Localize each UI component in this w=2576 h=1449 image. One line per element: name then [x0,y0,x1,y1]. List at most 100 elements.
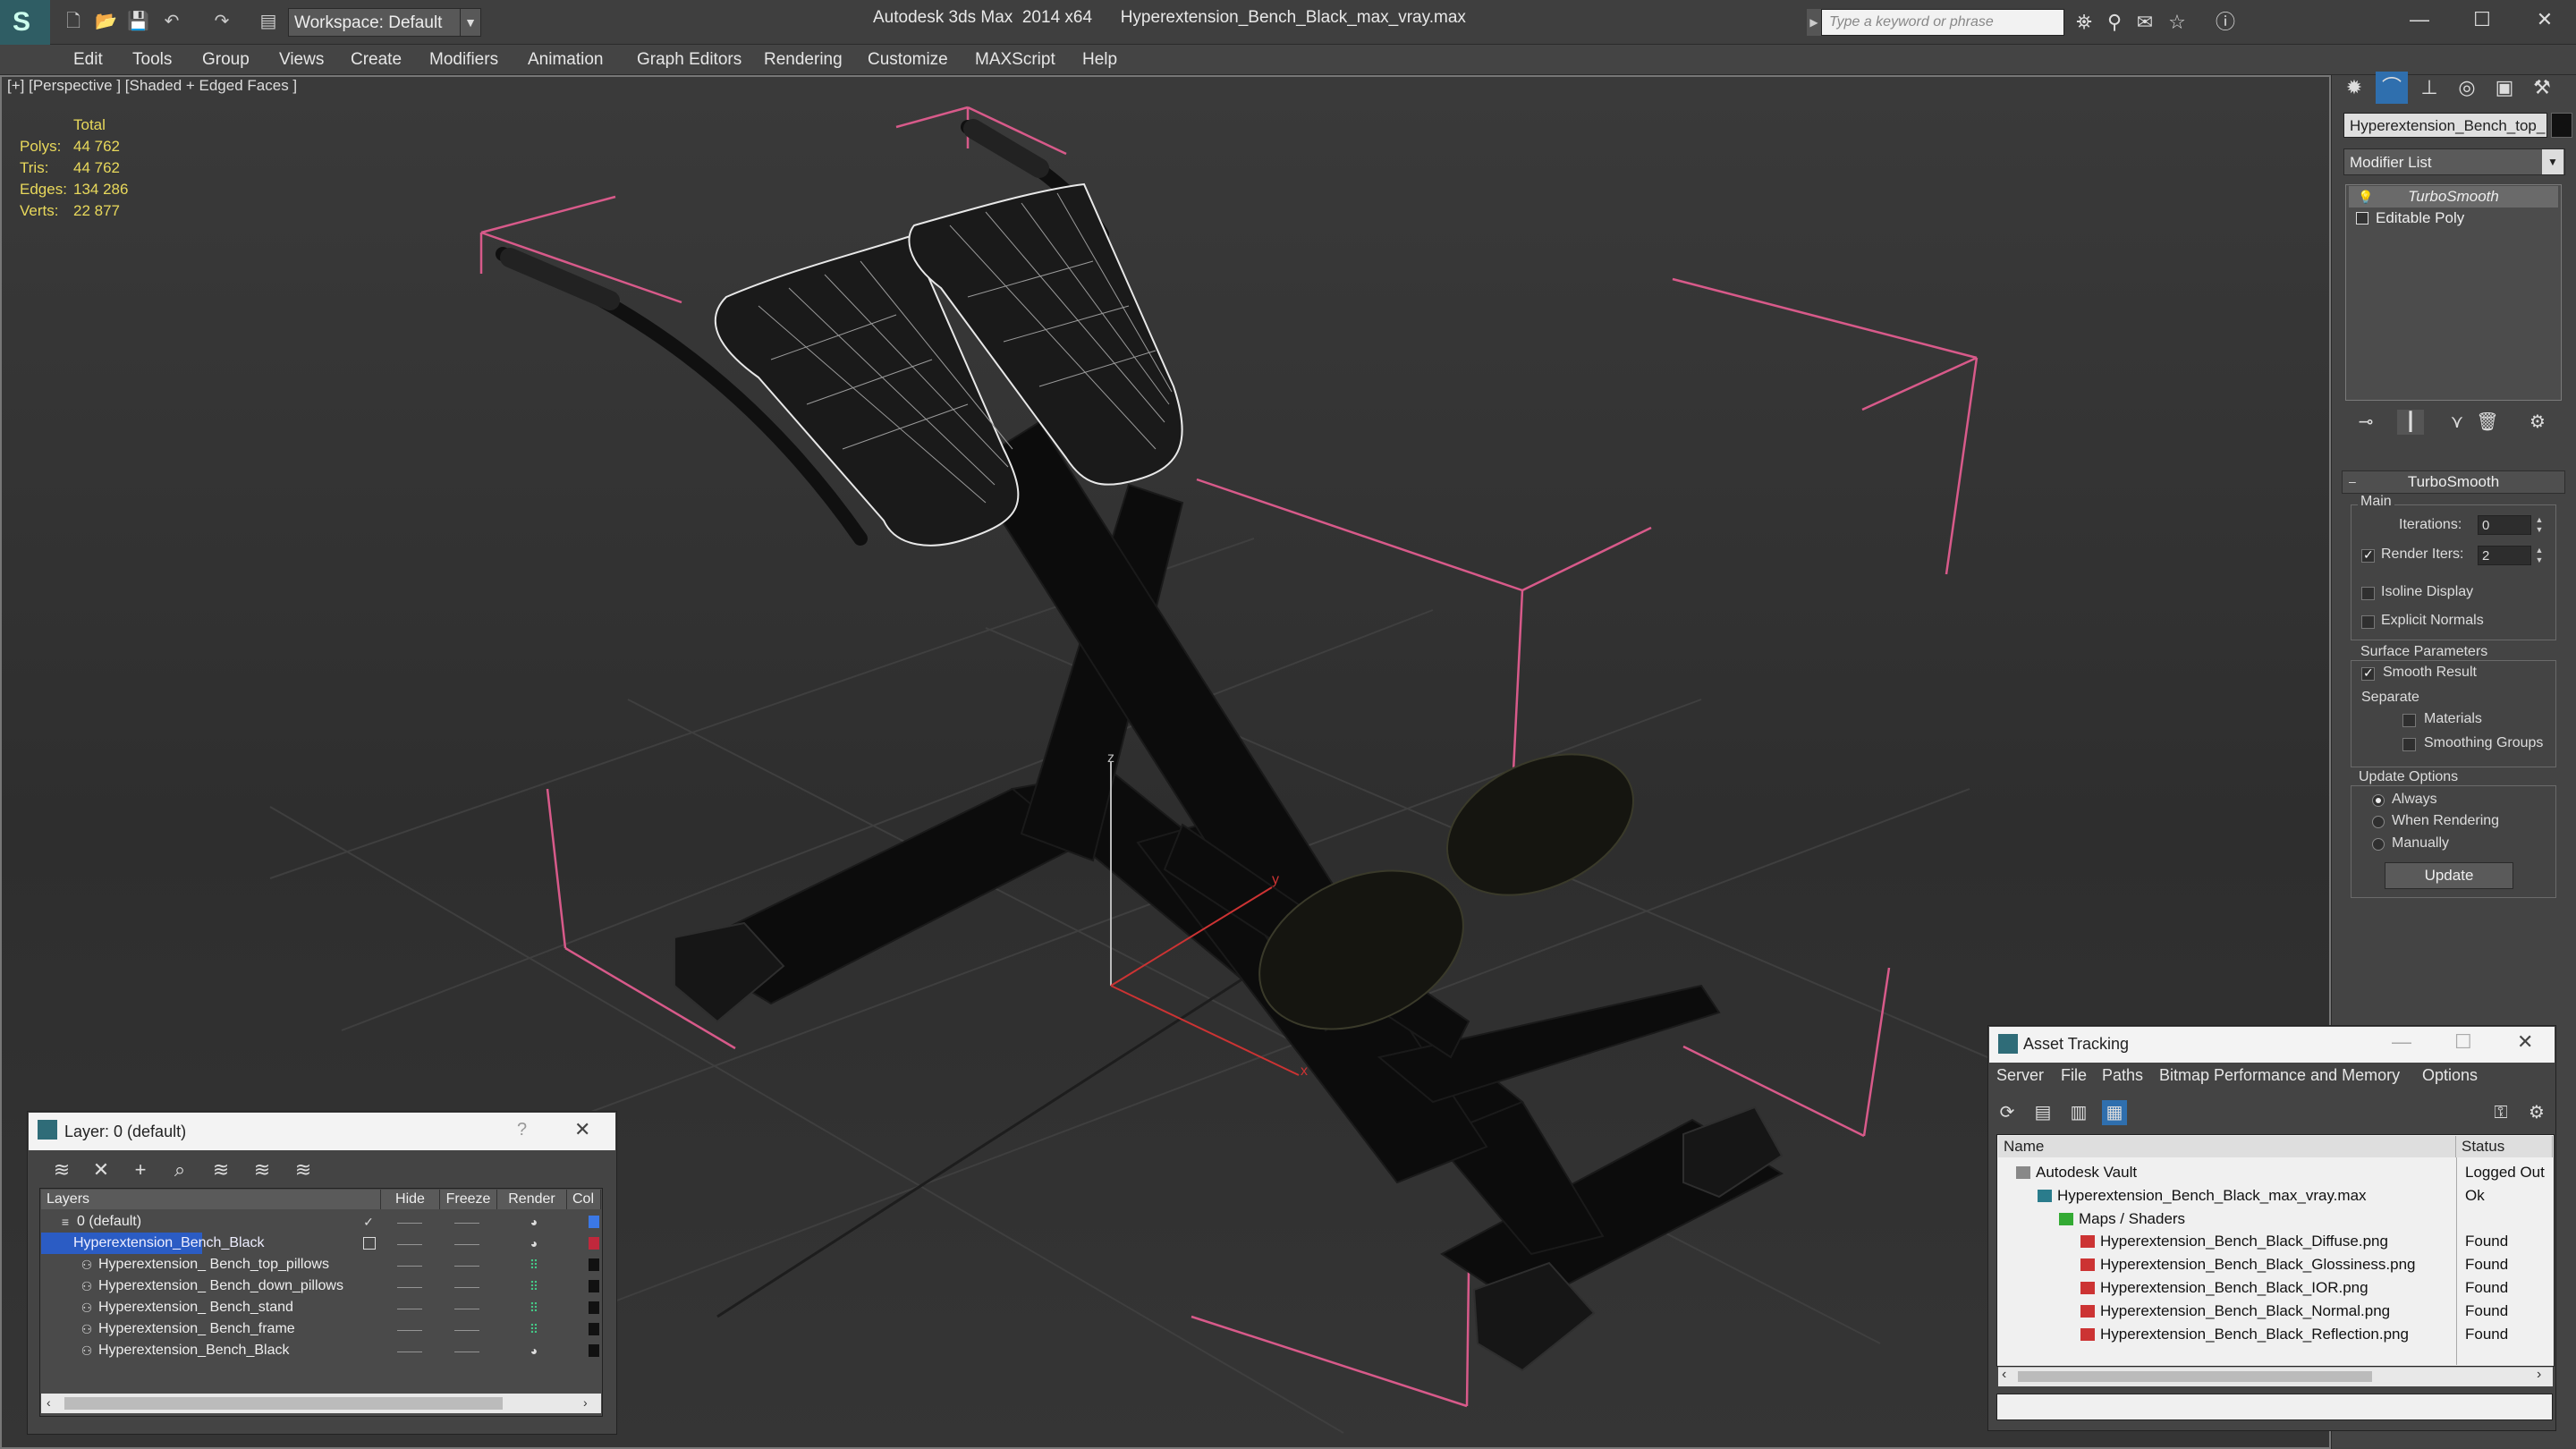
hide-toggle[interactable]: —— [383,1211,436,1233]
asset-row[interactable]: Hyperextension_Bench_Black_Normal.png Fou… [1998,1300,2553,1323]
open-file-icon[interactable]: 📂 [95,11,117,32]
collapse-minus-icon[interactable]: – [2349,474,2356,488]
vault-settings-icon[interactable]: ⚙ [2524,1100,2549,1125]
current-layer-check-icon[interactable]: ✓ [360,1211,377,1233]
layer-name[interactable]: Hyperextension_ Bench_top_pillows [95,1254,329,1275]
iterations-spinner[interactable]: 0 [2478,515,2531,535]
configure-sets-icon[interactable]: ⚙ [2524,410,2551,435]
layer-row[interactable]: ⚇ Hyperextension_ Bench_frame —— —— ⠿ [41,1318,599,1340]
layer-row[interactable]: ≡Hyperextension_Bench_Black————◕ [41,1233,599,1254]
minimize-icon[interactable]: — [2392,1030,2411,1054]
scroll-left-icon[interactable]: ‹ [47,1395,51,1410]
scroll-right-icon[interactable]: › [2537,1367,2541,1383]
update-always-radio[interactable] [2372,794,2385,807]
chevron-down-icon[interactable]: ▼ [2542,149,2563,174]
layer-color-swatch[interactable] [589,1301,599,1314]
layer-row[interactable]: ⚇ Hyperextension_ Bench_top_pillows —— —— ⠿ [41,1254,599,1275]
hide-toggle[interactable]: —— [383,1297,436,1318]
subscription-icon[interactable]: ⚲ [2102,11,2127,34]
smooth-result-checkbox[interactable] [2361,665,2375,681]
asset-menu-file[interactable]: File [2061,1066,2087,1085]
modify-tab-icon[interactable]: ⌒ [2376,72,2408,104]
menu-graph-editors[interactable]: Graph Editors [637,45,741,75]
layer-row[interactable]: ⚇ Hyperextension_Bench_Black —— —— ◕ [41,1340,599,1361]
lightbulb-icon[interactable]: 💡 [2358,190,2373,205]
layer-name[interactable]: Hyperextension_Bench_Black [95,1340,289,1361]
asset-row[interactable]: Hyperextension_Bench_Black_IOR.png Found [1998,1276,2553,1300]
menu-animation[interactable]: Animation [528,45,604,75]
object-name-field[interactable]: Hyperextension_Bench_top_ [2343,113,2547,138]
help-icon[interactable]: ? [517,1120,527,1140]
freeze-toggle[interactable]: —— [440,1275,494,1297]
modifier-list-dropdown[interactable]: Modifier List [2343,148,2565,175]
display-tab-icon[interactable]: ▣ [2488,72,2521,104]
render-teapot-icon[interactable]: ⠿ [503,1297,565,1318]
status-column-header[interactable]: Status [2456,1136,2553,1157]
update-manually-radio[interactable] [2372,838,2385,851]
chevron-down-icon[interactable]: ▼ [460,8,481,37]
menu-group[interactable]: Group [202,45,250,75]
render-teapot-icon[interactable]: ⠿ [503,1254,565,1275]
create-layer-icon[interactable]: ≋ [48,1157,75,1182]
highlight-layer-icon[interactable]: ≋ [208,1157,234,1182]
menu-edit[interactable]: Edit [73,45,103,75]
search-input[interactable]: Type a keyword or phrase [1821,9,2064,36]
minimize-icon[interactable]: — [2390,2,2449,38]
layer-row[interactable]: ≡ 0 (default) ✓ —— —— ◕ [41,1211,599,1233]
freeze-toggle[interactable]: —— [440,1211,494,1233]
maximize-icon[interactable]: ☐ [2453,2,2512,38]
render-teapot-icon[interactable]: ◕ [503,1211,565,1233]
freeze-all-layers-icon[interactable]: ≋ [290,1157,317,1182]
layer-name[interactable]: Hyperextension_ Bench_frame [95,1318,295,1340]
layer-row[interactable]: ⚇ Hyperextension_ Bench_stand —— —— ⠿ [41,1297,599,1318]
viewport-label[interactable]: [+] [Perspective ] [Shaded + Edged Faces… [7,77,297,95]
hide-column-header[interactable]: Hide [381,1190,440,1209]
workspace-dropdown[interactable]: Workspace: Default [288,8,463,37]
freeze-toggle[interactable]: —— [440,1254,494,1275]
layer-color-swatch[interactable] [589,1258,599,1271]
add-to-layer-icon[interactable]: + [127,1157,154,1182]
asset-menu-server[interactable]: Server [1996,1066,2044,1085]
render-iters-spinner[interactable]: 2 [2478,546,2531,565]
select-in-layer-icon[interactable]: ⌕ [166,1157,193,1182]
asset-menu-paths[interactable]: Paths [2102,1066,2143,1085]
menu-views[interactable]: Views [279,45,324,75]
freeze-toggle[interactable]: —— [440,1318,494,1340]
search-expand-icon[interactable]: ▶ [1807,9,1821,36]
hide-toggle[interactable]: —— [383,1340,436,1361]
asset-scrollbar-thumb[interactable] [2018,1371,2372,1382]
render-teapot-icon[interactable]: ◕ [503,1233,565,1254]
layers-column-header[interactable]: Layers [41,1190,381,1209]
asset-row[interactable]: Hyperextension_Bench_Black_Glossiness.pn… [1998,1253,2553,1276]
show-end-result-icon[interactable]: ┃ [2397,410,2424,435]
hide-toggle[interactable]: —— [383,1275,436,1297]
freeze-column-header[interactable]: Freeze [440,1190,497,1209]
scroll-right-icon[interactable]: › [583,1395,588,1410]
freeze-toggle[interactable]: —— [440,1340,494,1361]
render-teapot-icon[interactable]: ◕ [503,1340,565,1361]
hierarchy-tab-icon[interactable]: ⊥ [2413,72,2445,104]
color-column-header[interactable]: Col [567,1190,601,1209]
communication-icon[interactable]: ✉ [2132,11,2157,34]
close-icon[interactable]: ✕ [2515,2,2574,38]
thumbnail-view-icon[interactable]: ▥ [2066,1100,2091,1125]
update-button[interactable]: Update [2385,862,2513,889]
vault-connect-icon[interactable]: ⚿ [2488,1100,2513,1125]
app-menu-button[interactable]: S [0,0,50,45]
favorites-star-icon[interactable]: ☆ [2165,11,2190,34]
layer-color-swatch[interactable] [589,1216,599,1228]
help-icon[interactable]: ⓘ [2213,11,2238,34]
close-icon[interactable]: ✕ [2517,1030,2533,1054]
render-iters-checkbox[interactable] [2361,547,2375,563]
maximize-icon[interactable]: ☐ [2454,1030,2472,1054]
expand-plus-icon[interactable] [2356,212,2368,225]
undo-icon[interactable]: ↶ [161,11,182,32]
update-when-rendering-radio[interactable] [2372,816,2385,828]
turbosmooth-rollout-header[interactable]: TurboSmooth [2342,470,2565,494]
pin-stack-icon[interactable]: ⊸ [2352,410,2379,435]
spinner-arrows-icon[interactable]: ▲ ▼ [2533,515,2546,535]
layer-name[interactable]: Hyperextension_ Bench_stand [95,1297,293,1318]
utilities-tab-icon[interactable]: ⚒ [2526,72,2558,104]
layer-color-swatch[interactable] [589,1323,599,1335]
render-teapot-icon[interactable]: ⠿ [503,1275,565,1297]
